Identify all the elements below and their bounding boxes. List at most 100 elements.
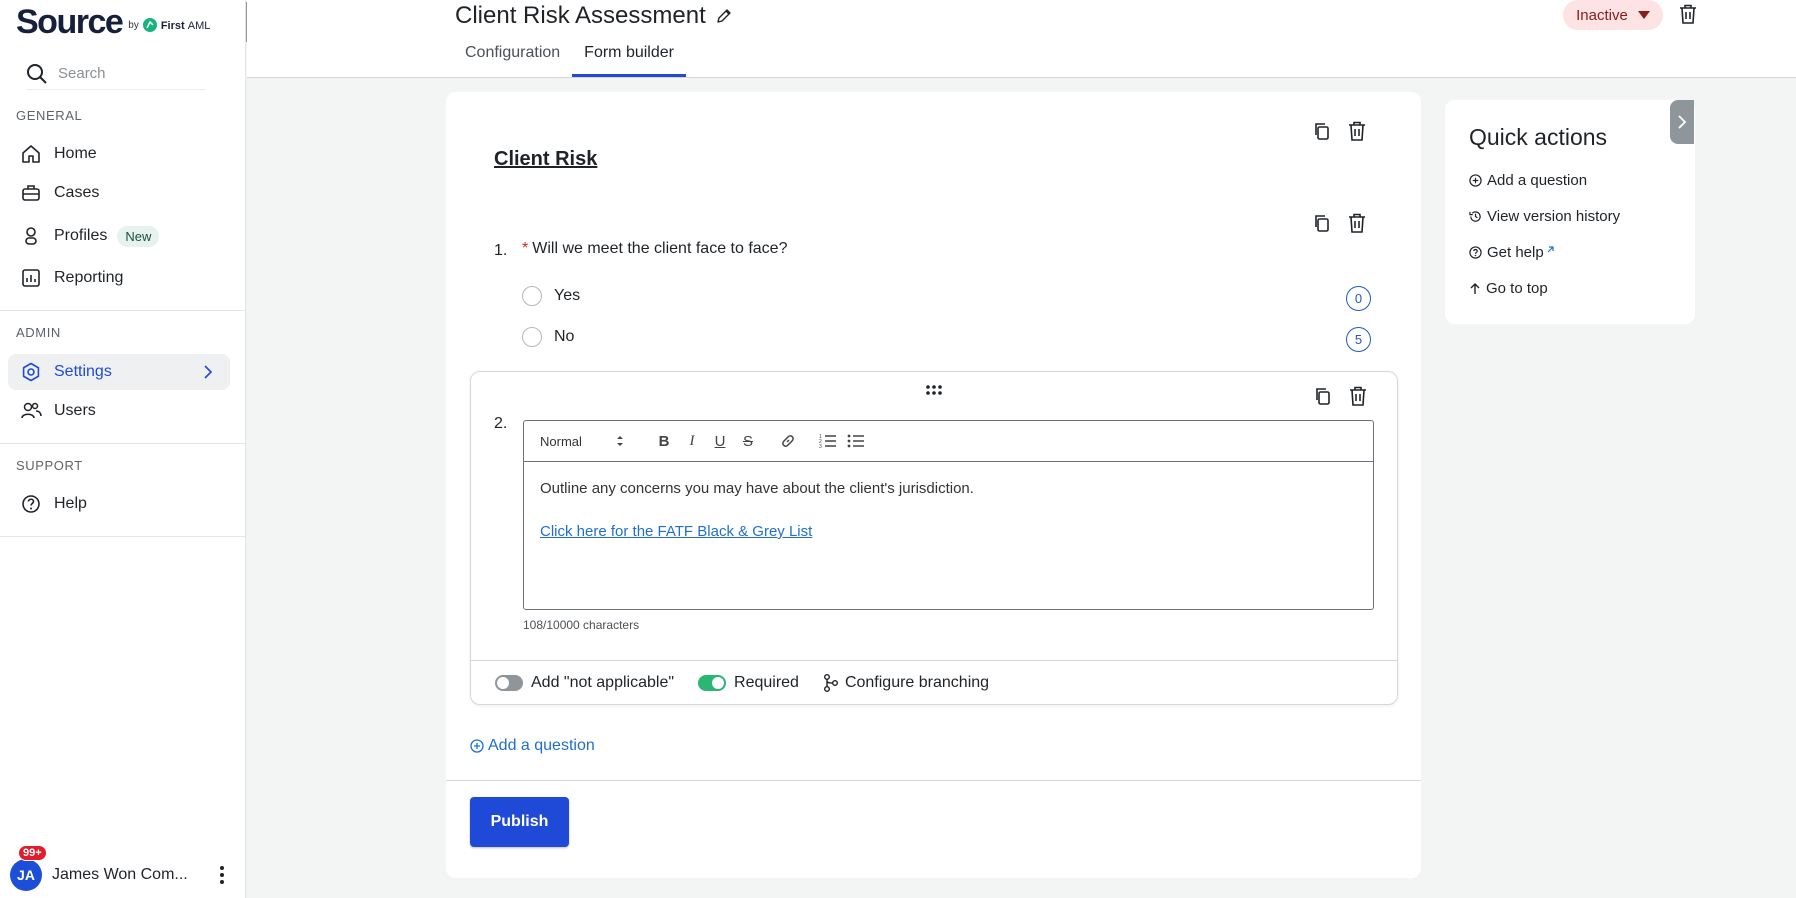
score-badge[interactable]: 0 bbox=[1346, 286, 1371, 311]
sidebar-item-label: Reporting bbox=[54, 269, 124, 286]
sidebar-divider bbox=[0, 443, 246, 444]
sidebar-item-profiles[interactable]: Profiles New bbox=[8, 218, 230, 254]
tab-form-builder[interactable]: Form builder bbox=[572, 40, 686, 77]
section-label-support: SUPPORT bbox=[16, 458, 83, 473]
rich-text-editor[interactable]: Normal B I U S 123 Outline any concerns … bbox=[523, 420, 1374, 610]
editor-content[interactable]: Outline any concerns you may have about … bbox=[524, 462, 1373, 558]
sidebar-item-reporting[interactable]: Reporting bbox=[8, 260, 230, 296]
header: Client Risk Assessment Configuration For… bbox=[247, 0, 1796, 78]
quick-action-version-history[interactable]: View version history bbox=[1469, 208, 1620, 225]
toggle-label: Add "not applicable" bbox=[531, 674, 675, 691]
user-menu[interactable]: JA 99+ James Won Com... bbox=[10, 845, 236, 892]
pencil-icon[interactable] bbox=[716, 8, 732, 24]
question-number: 1. bbox=[494, 242, 508, 259]
radio-button[interactable] bbox=[522, 286, 542, 306]
quick-action-get-help[interactable]: Get help bbox=[1469, 244, 1554, 261]
link-icon[interactable] bbox=[774, 429, 802, 453]
chevron-right-icon bbox=[1677, 115, 1687, 129]
plus-circle-icon bbox=[470, 739, 484, 753]
bullet-list-icon[interactable] bbox=[842, 429, 870, 453]
copy-icon[interactable] bbox=[1310, 211, 1334, 235]
not-applicable-toggle[interactable]: Add "not applicable" bbox=[495, 674, 674, 692]
trash-icon[interactable] bbox=[1345, 119, 1369, 143]
select-arrows-icon bbox=[616, 435, 624, 447]
required-marker: * bbox=[522, 240, 529, 257]
brand-company-suffix: AML bbox=[187, 20, 211, 32]
bold-icon[interactable]: B bbox=[650, 429, 678, 453]
copy-icon[interactable] bbox=[1311, 384, 1335, 408]
question-card: 2. Normal B I U S 123 Outline any concer… bbox=[470, 371, 1398, 705]
quick-action-label: View version history bbox=[1487, 208, 1621, 225]
drag-handle-icon[interactable] bbox=[925, 384, 943, 396]
sidebar-item-help[interactable]: Help bbox=[8, 486, 230, 522]
configure-branching-button[interactable]: Configure branching bbox=[823, 674, 989, 692]
first-aml-logo-icon bbox=[142, 18, 157, 32]
underline-icon[interactable]: U bbox=[706, 429, 734, 453]
toggle-label: Required bbox=[734, 674, 799, 691]
more-vertical-icon[interactable] bbox=[220, 866, 224, 884]
avatar-initials: JA bbox=[17, 867, 35, 883]
page-title: Client Risk Assessment bbox=[455, 2, 732, 30]
chart-icon bbox=[20, 267, 42, 289]
sidebar-item-cases[interactable]: Cases bbox=[8, 175, 230, 211]
avatar[interactable]: JA 99+ bbox=[10, 845, 47, 891]
radio-option-yes[interactable]: Yes bbox=[522, 286, 580, 306]
page-title-text: Client Risk Assessment bbox=[455, 2, 706, 29]
text-format-select[interactable]: Normal bbox=[540, 434, 634, 449]
notification-badge[interactable]: 99+ bbox=[18, 845, 47, 861]
search-placeholder: Search bbox=[58, 65, 106, 82]
brand-logo[interactable]: Source by First AML bbox=[16, 2, 210, 42]
toggle-switch[interactable] bbox=[698, 675, 727, 691]
question-text[interactable]: * Will we meet the client face to face? bbox=[522, 240, 787, 258]
users-icon bbox=[20, 400, 42, 422]
trash-icon[interactable] bbox=[1679, 4, 1697, 24]
question-label: Will we meet the client face to face? bbox=[532, 240, 788, 257]
editor-link[interactable]: Click here for the FATF Black & Grey Lis… bbox=[540, 523, 812, 540]
quick-action-go-to-top[interactable]: Go to top bbox=[1469, 280, 1548, 297]
question-number: 2. bbox=[494, 415, 508, 432]
radio-option-no[interactable]: No bbox=[522, 327, 574, 347]
copy-icon[interactable] bbox=[1310, 119, 1334, 143]
tab-configuration[interactable]: Configuration bbox=[453, 40, 572, 77]
sidebar-item-label: Users bbox=[54, 402, 96, 419]
branch-icon bbox=[823, 674, 839, 692]
trash-icon[interactable] bbox=[1346, 384, 1370, 408]
score-badge[interactable]: 5 bbox=[1346, 327, 1371, 352]
chevron-right-icon bbox=[200, 364, 216, 380]
external-link-icon bbox=[1546, 245, 1554, 254]
sidebar-item-settings[interactable]: Settings bbox=[8, 354, 230, 390]
character-count: 108/10000 characters bbox=[523, 618, 640, 632]
strikethrough-icon[interactable]: S bbox=[734, 429, 762, 453]
sidebar-item-users[interactable]: Users bbox=[8, 393, 230, 429]
section-label-general: GENERAL bbox=[16, 108, 83, 123]
add-question-label: Add a question bbox=[488, 737, 595, 754]
editor-toolbar: Normal B I U S 123 bbox=[524, 421, 1373, 462]
section-title[interactable]: Client Risk bbox=[494, 148, 597, 171]
quick-actions-collapse-button[interactable] bbox=[1670, 100, 1694, 144]
arrow-up-icon bbox=[1469, 282, 1481, 295]
italic-icon[interactable]: I bbox=[678, 429, 706, 453]
card-divider bbox=[446, 780, 1421, 781]
user-name: James Won Com... bbox=[52, 866, 188, 883]
search-icon bbox=[26, 63, 48, 85]
status-dropdown[interactable]: Inactive bbox=[1563, 0, 1663, 30]
quick-action-add-question[interactable]: Add a question bbox=[1469, 172, 1587, 189]
radio-button[interactable] bbox=[522, 327, 542, 347]
required-toggle[interactable]: Required bbox=[698, 674, 799, 692]
add-question-button[interactable]: Add a question bbox=[470, 737, 595, 755]
status-label: Inactive bbox=[1576, 6, 1628, 24]
text-format-value: Normal bbox=[540, 433, 582, 449]
gear-icon bbox=[20, 361, 42, 383]
quick-action-label: Go to top bbox=[1486, 280, 1548, 297]
history-icon bbox=[1469, 210, 1482, 223]
toggle-switch[interactable] bbox=[495, 675, 523, 691]
brand-by: by bbox=[128, 20, 139, 31]
publish-button[interactable]: Publish bbox=[470, 797, 569, 847]
sidebar-item-home[interactable]: Home bbox=[8, 136, 230, 172]
option-label: Yes bbox=[554, 287, 581, 304]
quick-actions-panel: Quick actions Add a question View versio… bbox=[1445, 100, 1695, 324]
ordered-list-icon[interactable]: 123 bbox=[814, 429, 842, 453]
sidebar-item-label: Settings bbox=[54, 363, 112, 380]
trash-icon[interactable] bbox=[1345, 211, 1369, 235]
search-input[interactable]: Search bbox=[26, 58, 206, 90]
